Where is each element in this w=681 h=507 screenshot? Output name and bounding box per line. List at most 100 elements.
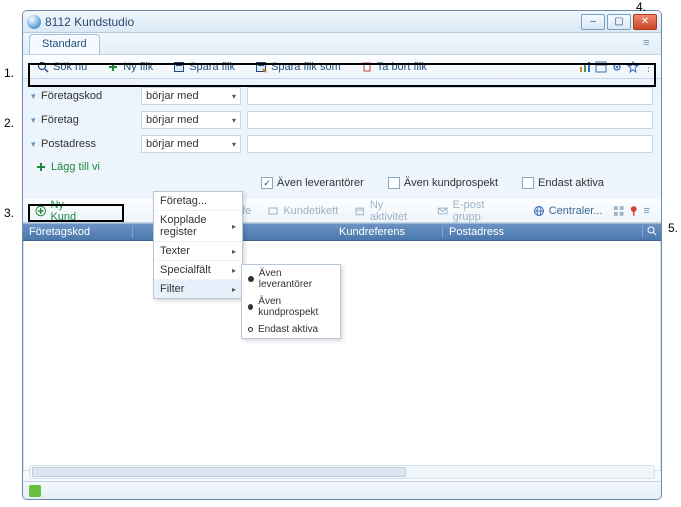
- app-icon: [27, 15, 41, 29]
- ctx-item-texter[interactable]: Texter ▸: [154, 242, 242, 261]
- ctx-item-kopplade-register[interactable]: Kopplade register▸: [154, 211, 242, 242]
- criteria-row: ▾ Företagskod börjar med ▾: [31, 85, 653, 107]
- epost-grupp-button[interactable]: E-post grupp: [431, 197, 519, 225]
- grid-header: Företagskod Kundreferens Postadress: [23, 223, 661, 241]
- chevron-down-icon[interactable]: ▾: [31, 115, 41, 126]
- grid-view-icon[interactable]: [613, 205, 624, 217]
- criteria-value-input[interactable]: [247, 87, 653, 105]
- radio-unchecked-icon: [248, 327, 253, 332]
- sub-item-kundprospekt[interactable]: Även kundprospekt: [242, 293, 340, 321]
- layout-icon[interactable]: [595, 61, 607, 73]
- tabbar: Standard ≡: [23, 33, 661, 55]
- ctx-item-specialfalt[interactable]: Specialfält▸: [154, 261, 242, 280]
- ctx-item-foretag[interactable]: Företag...: [154, 192, 242, 211]
- scrollbar-thumb[interactable]: [32, 467, 406, 477]
- criteria-value-input[interactable]: [247, 111, 653, 129]
- criteria-operator-select[interactable]: börjar med ▾: [141, 111, 241, 129]
- chevron-right-icon: ▸: [232, 266, 236, 275]
- chevron-down-icon[interactable]: ▾: [31, 139, 41, 150]
- check-endast-aktiva[interactable]: Endast aktiva: [522, 177, 604, 189]
- epost-label: E-post grupp: [453, 199, 513, 223]
- bar-chart-icon[interactable]: [579, 61, 591, 73]
- search-now-button[interactable]: Sök nu: [29, 59, 95, 75]
- grid-body[interactable]: [23, 241, 661, 471]
- maximize-button[interactable]: ▢: [607, 14, 631, 30]
- sub-label: Endast aktiva: [258, 324, 318, 335]
- minimize-button[interactable]: –: [581, 14, 605, 30]
- window-controls: – ▢ ✕: [581, 14, 657, 30]
- caret-down-icon: ▾: [232, 116, 236, 125]
- centraler-label: Centraler...: [549, 205, 603, 217]
- delete-tab-label: Ta bort flik: [377, 61, 427, 73]
- sub-item-leverantorer[interactable]: Även leverantörer: [242, 265, 340, 293]
- criteria-operator-select[interactable]: börjar med ▾: [141, 135, 241, 153]
- statusbar: [23, 481, 661, 499]
- annotation-4: 4.: [636, 0, 646, 14]
- ctx-label: Kopplade register: [160, 214, 232, 238]
- overflow-icon[interactable]: ⋮: [643, 61, 655, 73]
- check-label: Endast aktiva: [538, 177, 604, 189]
- caret-down-icon: ▾: [232, 140, 236, 149]
- plus-icon: [35, 161, 47, 173]
- ctx-label: Filter: [160, 283, 184, 295]
- status-ok-icon: [29, 485, 41, 497]
- new-tab-label: Ny flik: [123, 61, 153, 73]
- toolbar-results: Ny Kund editsafe Kundetikett Ny aktivite…: [23, 199, 661, 223]
- check-leverantorer[interactable]: ✓ Även leverantörer: [261, 177, 364, 189]
- overflow-icon[interactable]: ≡: [644, 205, 655, 217]
- kundetikett-label: Kundetikett: [283, 205, 338, 217]
- titlebar: 8112 Kundstudio – ▢ ✕: [23, 11, 661, 33]
- new-customer-button[interactable]: Ny Kund: [29, 197, 97, 225]
- criteria-operator-select[interactable]: börjar med ▾: [141, 87, 241, 105]
- chevron-right-icon: ▸: [232, 285, 236, 294]
- check-kundprospekt[interactable]: Även kundprospekt: [388, 177, 498, 189]
- context-submenu-filter: Även leverantörer Även kundprospekt Enda…: [241, 264, 341, 339]
- annotation-5: 5.: [668, 221, 678, 235]
- sub-item-endast-aktiva[interactable]: Endast aktiva: [242, 321, 340, 338]
- criteria-row: ▾ Företag börjar med ▾: [31, 109, 653, 131]
- criteria-value-input[interactable]: [247, 135, 653, 153]
- checkbox-icon: ✓: [261, 177, 273, 189]
- plus-circle-icon: [35, 205, 46, 217]
- add-condition-label: Lägg till vi: [51, 161, 100, 173]
- annotation-3: 3.: [4, 206, 14, 220]
- chevron-right-icon: ▸: [232, 247, 236, 256]
- column-search-icon[interactable]: [646, 225, 658, 237]
- gear-icon[interactable]: [611, 61, 623, 73]
- ny-aktivitet-button[interactable]: Ny aktivitet: [348, 197, 427, 225]
- close-button[interactable]: ✕: [633, 14, 657, 30]
- search-icon: [37, 61, 49, 73]
- filter-checkboxes: ✓ Även leverantörer Även kundprospekt En…: [31, 175, 653, 195]
- kundetikett-button[interactable]: Kundetikett: [261, 203, 344, 219]
- chevron-down-icon[interactable]: ▾: [31, 91, 41, 102]
- col-label: Postadress: [449, 226, 504, 238]
- chevron-right-icon: ▸: [232, 222, 236, 231]
- delete-tab-button[interactable]: Ta bort flik: [353, 59, 435, 75]
- ctx-label: Texter: [160, 245, 190, 257]
- caret-down-icon: ▾: [232, 92, 236, 101]
- grid-col-header[interactable]: Kundreferens: [333, 226, 443, 238]
- save-tab-as-button[interactable]: Spara flik som: [247, 59, 349, 75]
- criteria-field-label: Postadress: [41, 138, 141, 150]
- search-label: Sök nu: [53, 61, 87, 73]
- grid-col-header[interactable]: Postadress: [443, 226, 643, 238]
- new-tab-button[interactable]: Ny flik: [99, 59, 161, 75]
- pin-icon[interactable]: [628, 205, 639, 217]
- tab-standard[interactable]: Standard: [29, 34, 100, 54]
- check-label: Även leverantörer: [277, 177, 364, 189]
- horizontal-scrollbar[interactable]: [29, 465, 655, 479]
- save-tab-button[interactable]: Spara flik: [165, 59, 243, 75]
- radio-checked-icon: [248, 276, 254, 282]
- checkbox-icon: [522, 177, 534, 189]
- ctx-item-filter[interactable]: Filter ▸: [154, 280, 242, 298]
- window-title: 8112 Kundstudio: [45, 15, 581, 29]
- centraler-button[interactable]: Centraler...: [527, 203, 609, 219]
- annotation-2: 2.: [4, 116, 14, 130]
- col-label: Kundreferens: [339, 226, 405, 238]
- save-tab-as-label: Spara flik som: [271, 61, 341, 73]
- add-condition-button[interactable]: Lägg till vi: [31, 157, 653, 175]
- tabbar-menu-icon[interactable]: ≡: [643, 37, 655, 49]
- grid-col-header[interactable]: Företagskod: [23, 226, 133, 238]
- star-icon[interactable]: [627, 61, 639, 73]
- mail-icon: [437, 205, 448, 217]
